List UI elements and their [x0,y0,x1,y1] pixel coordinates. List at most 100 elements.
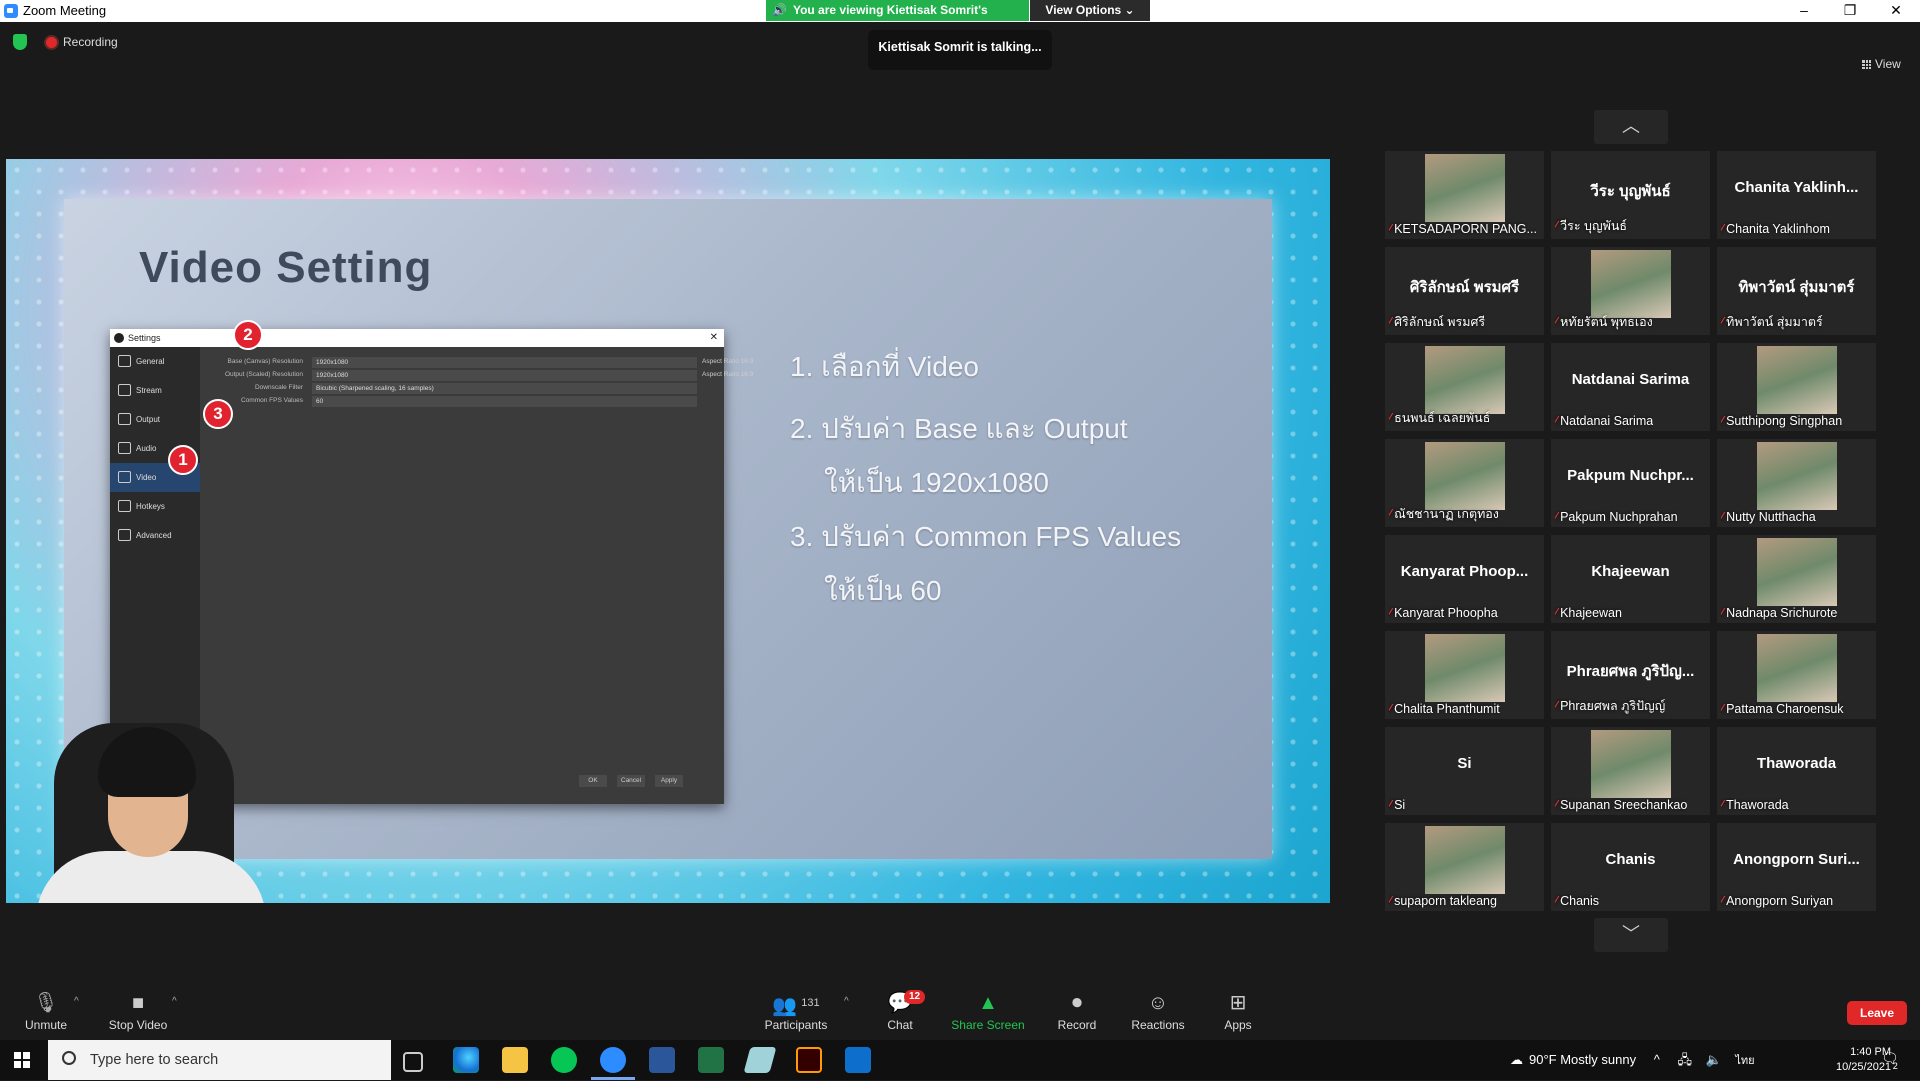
participant-name-text: Sutthipong Singphan [1726,414,1843,428]
muted-mic-icon: ⁄ [1389,411,1392,425]
participant-tile[interactable]: ⁄ Supanan Sreechankao [1551,727,1710,815]
record-label: Record [1057,1018,1097,1032]
slide-title: Video Setting [139,243,433,292]
recording-label[interactable]: Recording [63,35,118,49]
participant-video-thumbnail [1757,442,1837,510]
volume-icon[interactable]: 🔈 [1706,1052,1722,1067]
minimize-button[interactable]: – [1782,0,1826,22]
participant-tile[interactable]: Chanita Yaklinh... ⁄ Chanita Yaklinhom [1717,151,1876,239]
stop-video-button[interactable]: ■ Stop Video [106,974,170,1040]
participant-name-label: ⁄ Khajeewan [1555,606,1622,620]
share-screen-label: Share Screen [951,1018,1025,1032]
step-2-detail: ให้เป็น 1920x1080 [824,467,1049,498]
participant-tile[interactable]: Pakpum Nuchpr... ⁄ Pakpum Nuchprahan [1551,439,1710,527]
participant-name-label: ⁄ Sutthipong Singphan [1721,414,1842,428]
gear-icon [118,355,131,367]
participant-tile[interactable]: Natdanai Sarima ⁄ Natdanai Sarima [1551,343,1710,431]
participants-caret[interactable]: ^ [844,996,849,1007]
participant-name-label: ⁄ Nadnapa Srichurote [1721,606,1837,620]
participant-name-text: supaporn takleang [1394,894,1497,908]
participant-tile[interactable]: วีระ บุญพันธ์ ⁄ วีระ บุญพันธ์ [1551,151,1710,239]
encryption-shield-icon[interactable] [13,34,27,50]
participant-tile[interactable]: Si ⁄ Si [1385,727,1544,815]
participant-name-label: ⁄ วีระ บุญพันธ์ [1555,216,1627,236]
participants-button[interactable]: 👥 131 Participants [756,974,836,1040]
presenter-video [6,713,268,903]
participant-tile[interactable]: ⁄ ณัชชานาฏ เกตุทอง [1385,439,1544,527]
language-indicator[interactable]: ไทย [1735,1055,1754,1067]
participant-tile[interactable]: ⁄ Nadnapa Srichurote [1717,535,1876,623]
apps-button[interactable]: ⊞ Apps [1222,974,1254,1040]
participant-tile[interactable]: Khajeewan ⁄ Khajeewan [1551,535,1710,623]
network-icon[interactable]: 🖧 [1677,1052,1692,1067]
notification-count: 2 [1892,1061,1898,1071]
participants-icon: 👥 131 [772,995,820,1017]
audio-options-caret[interactable]: ^ [74,996,79,1007]
share-screen-button[interactable]: ▲ Share Screen [950,974,1026,1040]
participant-tile[interactable]: ⁄ ธนพนธ์ เฉลยพันธ์ [1385,343,1544,431]
photos-icon[interactable] [845,1047,871,1073]
reactions-button[interactable]: ☺ Reactions [1130,974,1186,1040]
participant-tile[interactable]: ⁄ Chalita Phanthumit [1385,631,1544,719]
system-tray: ☁ 90°F Mostly sunny ^ 🖧 🔈 ไทย [1510,1040,1755,1080]
restore-button[interactable]: ❐ [1828,0,1872,22]
chat-button[interactable]: 💬 Chat [880,974,920,1040]
gallery-up-arrow[interactable]: ︿ [1594,110,1668,144]
zoom-icon[interactable] [591,1047,635,1080]
unmute-button[interactable]: 🎙 Unmute [20,974,72,1040]
muted-mic-icon: ⁄ [1555,315,1558,329]
gallery-down-arrow[interactable]: ﹀ [1594,918,1668,952]
step-badge-3: 3 [203,399,233,429]
participant-tile[interactable]: Kanyarat Phoop... ⁄ Kanyarat Phoopha [1385,535,1544,623]
notification-center-icon[interactable]: 🗨2 [1881,1050,1899,1071]
participant-tile[interactable]: ⁄ Pattama Charoensuk [1717,631,1876,719]
feather-icon[interactable] [743,1047,777,1073]
participant-name-text: Nutty Nutthacha [1726,510,1816,524]
view-button[interactable]: View [1862,57,1901,71]
participant-tile[interactable]: ⁄ supaporn takleang [1385,823,1544,911]
participant-tile[interactable]: ⁄ Sutthipong Singphan [1717,343,1876,431]
record-button[interactable]: ⏺ Record [1054,974,1100,1040]
share-screen-icon: ▲ [978,992,998,1014]
participant-tile[interactable]: Anongporn Suri... ⁄ Anongporn Suriyan [1717,823,1876,911]
row-aspect: Aspect Ratio 16:9 [702,371,754,378]
taskbar-search-box[interactable]: Type here to search [48,1040,391,1080]
participant-tile[interactable]: ทิพาวัตน์ สุ่มมาตร์ ⁄ ทิพาวัตน์ สุ่มมาตร์ [1717,247,1876,335]
step-2-text: 2. ปรับค่า Base และ Output [790,413,1128,444]
apps-label: Apps [1224,1018,1252,1032]
windows-start-icon[interactable] [14,1052,30,1068]
participant-tile[interactable]: ⁄ หทัยรัตน์ พุทธเอง [1551,247,1710,335]
leave-button[interactable]: Leave [1847,1001,1907,1025]
antenna-icon [118,384,131,396]
tray-chevron-icon[interactable]: ^ [1654,1052,1660,1067]
participant-tile[interactable]: Thaworada ⁄ Thaworada [1717,727,1876,815]
view-options-button[interactable]: View Options ⌄ [1030,0,1150,21]
participant-name-label: ⁄ Chalita Phanthumit [1389,702,1500,716]
weather-text[interactable]: 90°F Mostly sunny [1529,1052,1636,1067]
close-button[interactable]: ✕ [1874,0,1918,22]
row-label: Base (Canvas) Resolution [227,358,303,365]
line-icon[interactable] [551,1047,577,1073]
zoom-logo-icon [4,4,18,18]
participant-tile[interactable]: ⁄ KETSADAPORN PANG... [1385,151,1544,239]
participant-tile[interactable]: Phraยศพล ภูริปัญ... ⁄ Phraยศพล ภูริปัญญ์ [1551,631,1710,719]
word-icon[interactable] [649,1047,675,1073]
video-options-caret[interactable]: ^ [172,996,177,1007]
excel-icon[interactable] [698,1047,724,1073]
participant-tile[interactable]: ⁄ Nutty Nutthacha [1717,439,1876,527]
participant-video-thumbnail [1757,634,1837,702]
muted-mic-icon: ⁄ [1389,702,1392,716]
settings-item-label: General [136,357,165,366]
edge-icon[interactable] [453,1047,479,1073]
task-view-icon[interactable] [403,1052,423,1072]
participant-display-name: Natdanai Sarima [1571,371,1690,388]
muted-mic-icon: ⁄ [1721,510,1724,524]
participant-display-name: Kanyarat Phoop... [1400,563,1529,580]
file-explorer-icon[interactable] [502,1047,528,1073]
participant-video-thumbnail [1757,346,1837,414]
participant-tile[interactable]: Chanis ⁄ Chanis [1551,823,1710,911]
participant-tile[interactable]: ศิริลักษณ์ พรมศรี ⁄ ศิริลักษณ์ พรมศรี [1385,247,1544,335]
participant-name-label: ⁄ Phraยศพล ภูริปัญญ์ [1555,696,1665,716]
illustrator-icon[interactable] [796,1047,822,1073]
muted-mic-icon: 🎙 [33,992,59,1014]
